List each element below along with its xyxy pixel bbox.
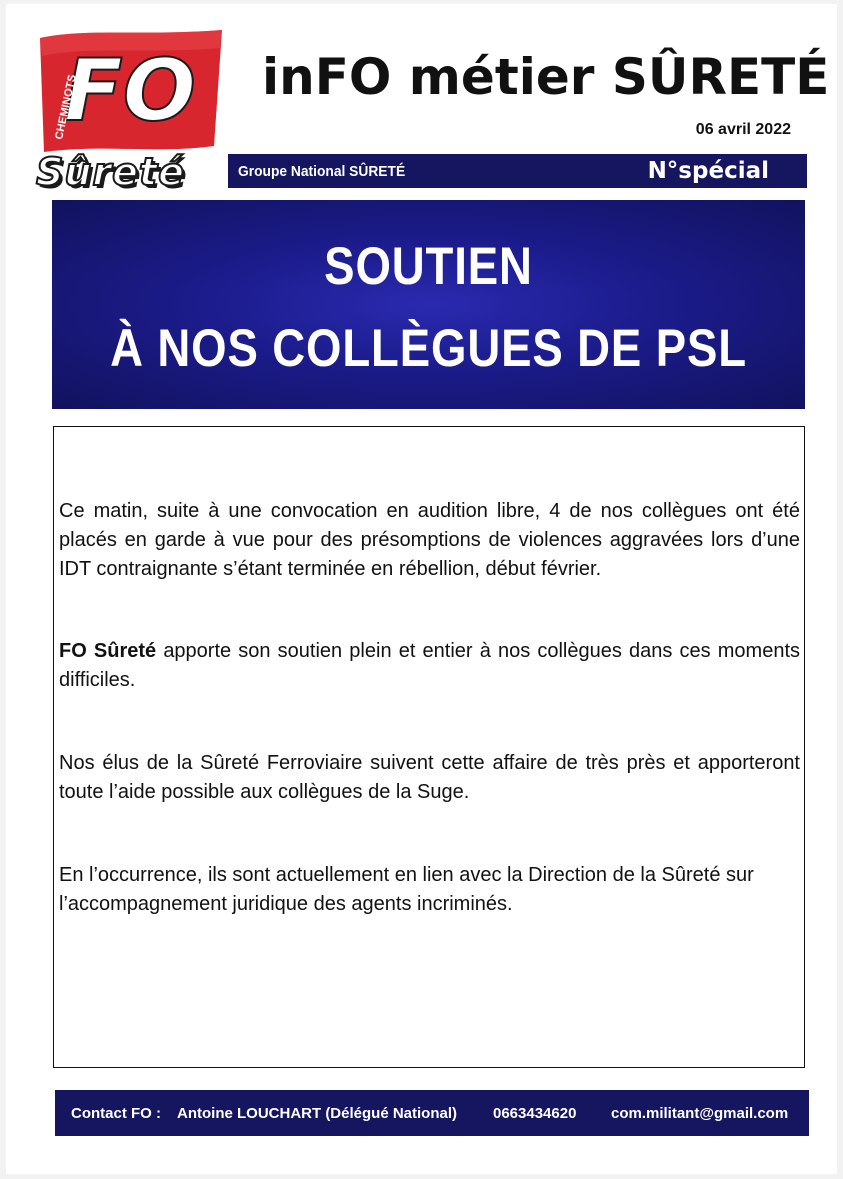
issue-date: 06 avril 2022	[695, 121, 791, 138]
paragraph-2-bold: FO Sûreté	[59, 640, 157, 662]
paragraph-3: Nos élus de la Sûreté Ferroviaire suiven…	[59, 752, 800, 803]
fo-flag-text: FO	[64, 41, 196, 141]
banner-line-1: SOUTIEN	[324, 237, 533, 296]
paragraph-1: Ce matin, suite à une convocation en aud…	[59, 500, 800, 580]
contact-bar: Contact FO : Antoine LOUCHART (Délégué N…	[55, 1090, 809, 1136]
article-box: Ce matin, suite à une convocation en aud…	[53, 426, 805, 1068]
paragraph-4: En l’occurrence, ils sont actuellement e…	[59, 864, 754, 915]
title-banner: SOUTIEN À NOS COLLÈGUES DE PSL	[52, 200, 805, 409]
group-bar: Groupe National SÛRETÉ N°spécial	[228, 154, 807, 188]
paragraph-2: FO Sûreté apporte son soutien plein et e…	[59, 637, 800, 695]
fo-flag-logo: FO CHEMINOTS	[40, 30, 222, 152]
document-page: FO CHEMINOTS Sûreté inFO métier SÛRETÉ 0…	[6, 4, 837, 1174]
contact-name: Antoine LOUCHART (Délégué National)	[177, 1105, 457, 1122]
banner-line-2: À NOS COLLÈGUES DE PSL	[110, 319, 747, 378]
contact-email[interactable]: com.militant@gmail.com	[611, 1105, 788, 1122]
issue-label: N°spécial	[647, 158, 769, 184]
group-name: Groupe National SÛRETÉ	[238, 163, 406, 180]
contact-label: Contact FO :	[71, 1105, 161, 1122]
surete-wordmark: Sûreté	[35, 149, 185, 195]
paragraph-2-text: apporte son soutien plein et entier à no…	[59, 640, 801, 691]
contact-phone[interactable]: 0663434620	[493, 1105, 576, 1122]
newsletter-title: inFO métier SÛRETÉ	[262, 48, 830, 106]
